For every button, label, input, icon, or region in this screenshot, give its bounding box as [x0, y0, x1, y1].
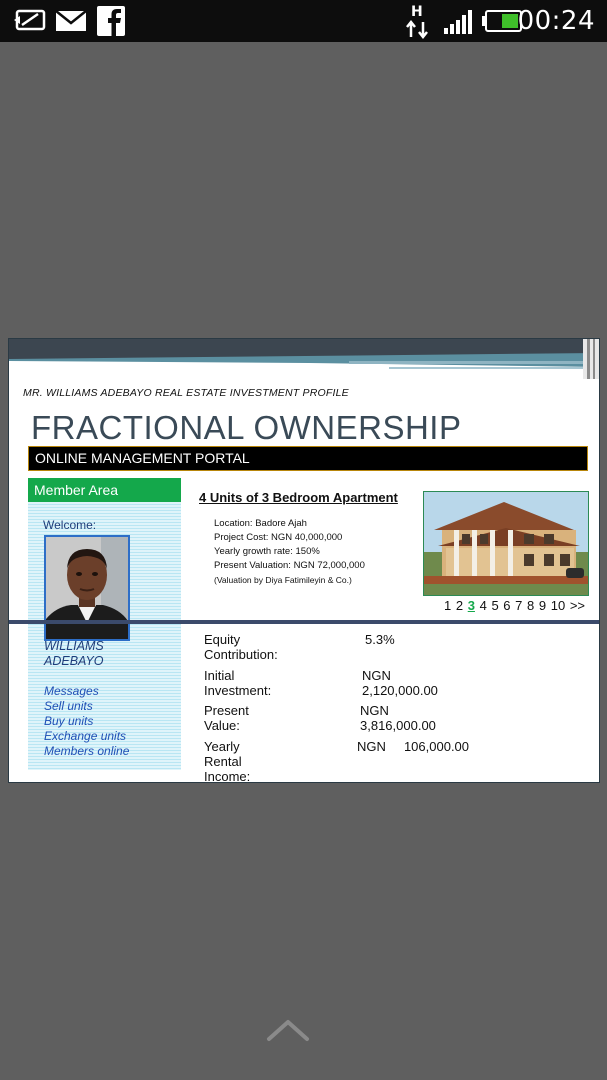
page-link-5[interactable]: 5 [491, 598, 498, 613]
clock: 00:24 [517, 6, 595, 36]
avatar [44, 535, 130, 641]
facebook-icon [97, 6, 125, 41]
mail-icon [55, 10, 87, 37]
equity-contribution-label: Equity Contribution: [204, 632, 278, 662]
welcome-label: Welcome: [43, 518, 97, 532]
property-photo [423, 491, 589, 596]
exchange-units-link[interactable]: Exchange units [44, 729, 129, 744]
page-link-7[interactable]: 7 [515, 598, 522, 613]
next-page-link[interactable]: >> [570, 598, 585, 613]
page-link-1[interactable]: 1 [444, 598, 451, 613]
messages-link[interactable]: Messages [44, 684, 129, 699]
page-link-10[interactable]: 10 [551, 598, 565, 613]
members-online-link[interactable]: Members online [44, 744, 129, 759]
initial-investment-value: NGN 2,120,000.00 [362, 667, 438, 698]
equity-contribution-value: 5.3% [365, 632, 395, 647]
listing-title[interactable]: 4 Units of 3 Bedroom Apartment [199, 490, 398, 505]
profile-slide: MR. WILLIAMS ADEBAYO REAL ESTATE INVESTM… [8, 338, 600, 783]
member-links: Messages Sell units Buy units Exchange u… [44, 684, 129, 759]
yearly-rental-income-label: Yearly Rental Income: [204, 738, 251, 783]
member-area-panel: Member Area Welcome: WILLIAMS ADEBAYO Me… [28, 478, 181, 770]
page-link-2[interactable]: 2 [456, 598, 463, 613]
initial-investment-label: Initial Investment: [204, 667, 272, 698]
section-divider [9, 620, 599, 624]
member-area-header: Member Area [28, 478, 181, 502]
buy-units-link[interactable]: Buy units [44, 714, 129, 729]
battery-icon [482, 9, 522, 38]
signal-icon [444, 10, 474, 39]
listing-details: Location: Badore Ajah Project Cost: NGN … [214, 518, 365, 585]
sync-icon [14, 9, 46, 36]
svg-text:H: H [411, 4, 423, 20]
present-value-value: NGN 3,816,000.00 [360, 703, 436, 733]
sell-units-link[interactable]: Sell units [44, 699, 129, 714]
status-bar: H 00:24 [0, 0, 607, 42]
chevron-up-icon[interactable] [266, 1018, 310, 1047]
page-link-3[interactable]: 3 [468, 598, 475, 613]
present-value-label: Present Value: [204, 703, 249, 733]
portal-banner: ONLINE MANAGEMENT PORTAL [28, 446, 588, 471]
pagination: 1 2 3 4 5 6 7 8 9 10 >> [444, 598, 586, 613]
page-link-9[interactable]: 9 [539, 598, 546, 613]
yearly-rental-income-value: NGN 106,000.00 [357, 738, 470, 754]
member-name: WILLIAMS ADEBAYO [44, 639, 104, 668]
data-transfer-icon: H [405, 3, 431, 44]
slide-header-decoration [9, 339, 599, 379]
page-link-8[interactable]: 8 [527, 598, 534, 613]
page-title: FRACTIONAL OWNERSHIP [31, 409, 462, 446]
profile-title: MR. WILLIAMS ADEBAYO REAL ESTATE INVESTM… [23, 387, 349, 399]
page-link-6[interactable]: 6 [503, 598, 510, 613]
page-link-4[interactable]: 4 [480, 598, 487, 613]
